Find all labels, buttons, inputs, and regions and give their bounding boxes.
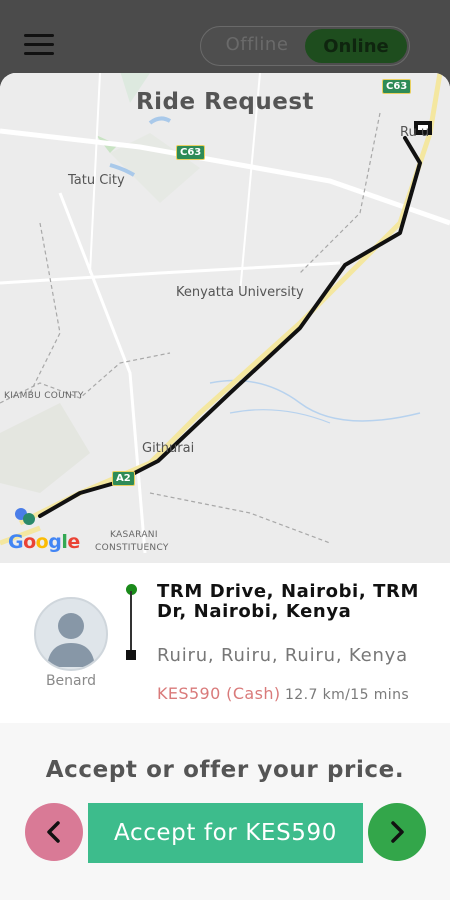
road-shield-c63-top: C63 <box>382 79 412 94</box>
map-label-tatu-city: Tatu City <box>68 173 125 188</box>
google-logo: Google <box>8 531 80 553</box>
action-area: Accept or offer your price. Accept for K… <box>0 723 450 900</box>
map-canvas <box>0 73 450 563</box>
chevron-right-icon <box>391 821 404 843</box>
increase-price-button[interactable] <box>368 803 426 861</box>
online-option[interactable]: Online <box>305 29 407 63</box>
trip-details: Benard TRM Drive, Nairobi, TRM Dr, Nairo… <box>0 563 450 723</box>
map-label-ruiru: Ru u <box>400 125 430 140</box>
user-avatar-icon <box>34 597 108 671</box>
ride-request-card: Ride Request Tatu City Kenyatta Universi… <box>0 73 450 900</box>
dropoff-address: Ruiru, Ruiru, Ruiru, Kenya <box>157 645 408 666</box>
offline-option[interactable]: Offline <box>211 34 303 55</box>
status-toggle[interactable]: Offline Online <box>200 26 410 66</box>
dropoff-marker-icon <box>126 650 136 660</box>
decrease-price-button[interactable] <box>25 803 83 861</box>
road-shield-a2: A2 <box>112 471 135 486</box>
menu-icon[interactable] <box>24 34 54 56</box>
map-label-kasarani: KASARANI <box>110 530 158 540</box>
chevron-left-icon <box>47 821 60 843</box>
route-map[interactable]: Ride Request Tatu City Kenyatta Universi… <box>0 73 450 563</box>
road-shield-c63: C63 <box>176 145 206 160</box>
map-label-kenyatta-university: Kenyatta University <box>176 285 304 300</box>
map-label-constituency: CONSTITUENCY <box>95 543 169 553</box>
trip-distance-time: 12.7 km/15 mins <box>285 687 410 703</box>
accept-button[interactable]: Accept for KES590 <box>88 803 363 863</box>
pickup-address: TRM Drive, Nairobi, TRM Dr, Nairobi, Ken… <box>157 581 419 622</box>
map-label-githurai: Githurai <box>142 441 195 456</box>
offer-prompt: Accept or offer your price. <box>45 757 405 783</box>
rider-name: Benard <box>45 673 97 689</box>
route-connector <box>130 591 132 653</box>
map-label-kiambu-county: KIAMBU COUNTY <box>4 391 84 401</box>
trip-price: KES590 (Cash) <box>157 684 281 703</box>
